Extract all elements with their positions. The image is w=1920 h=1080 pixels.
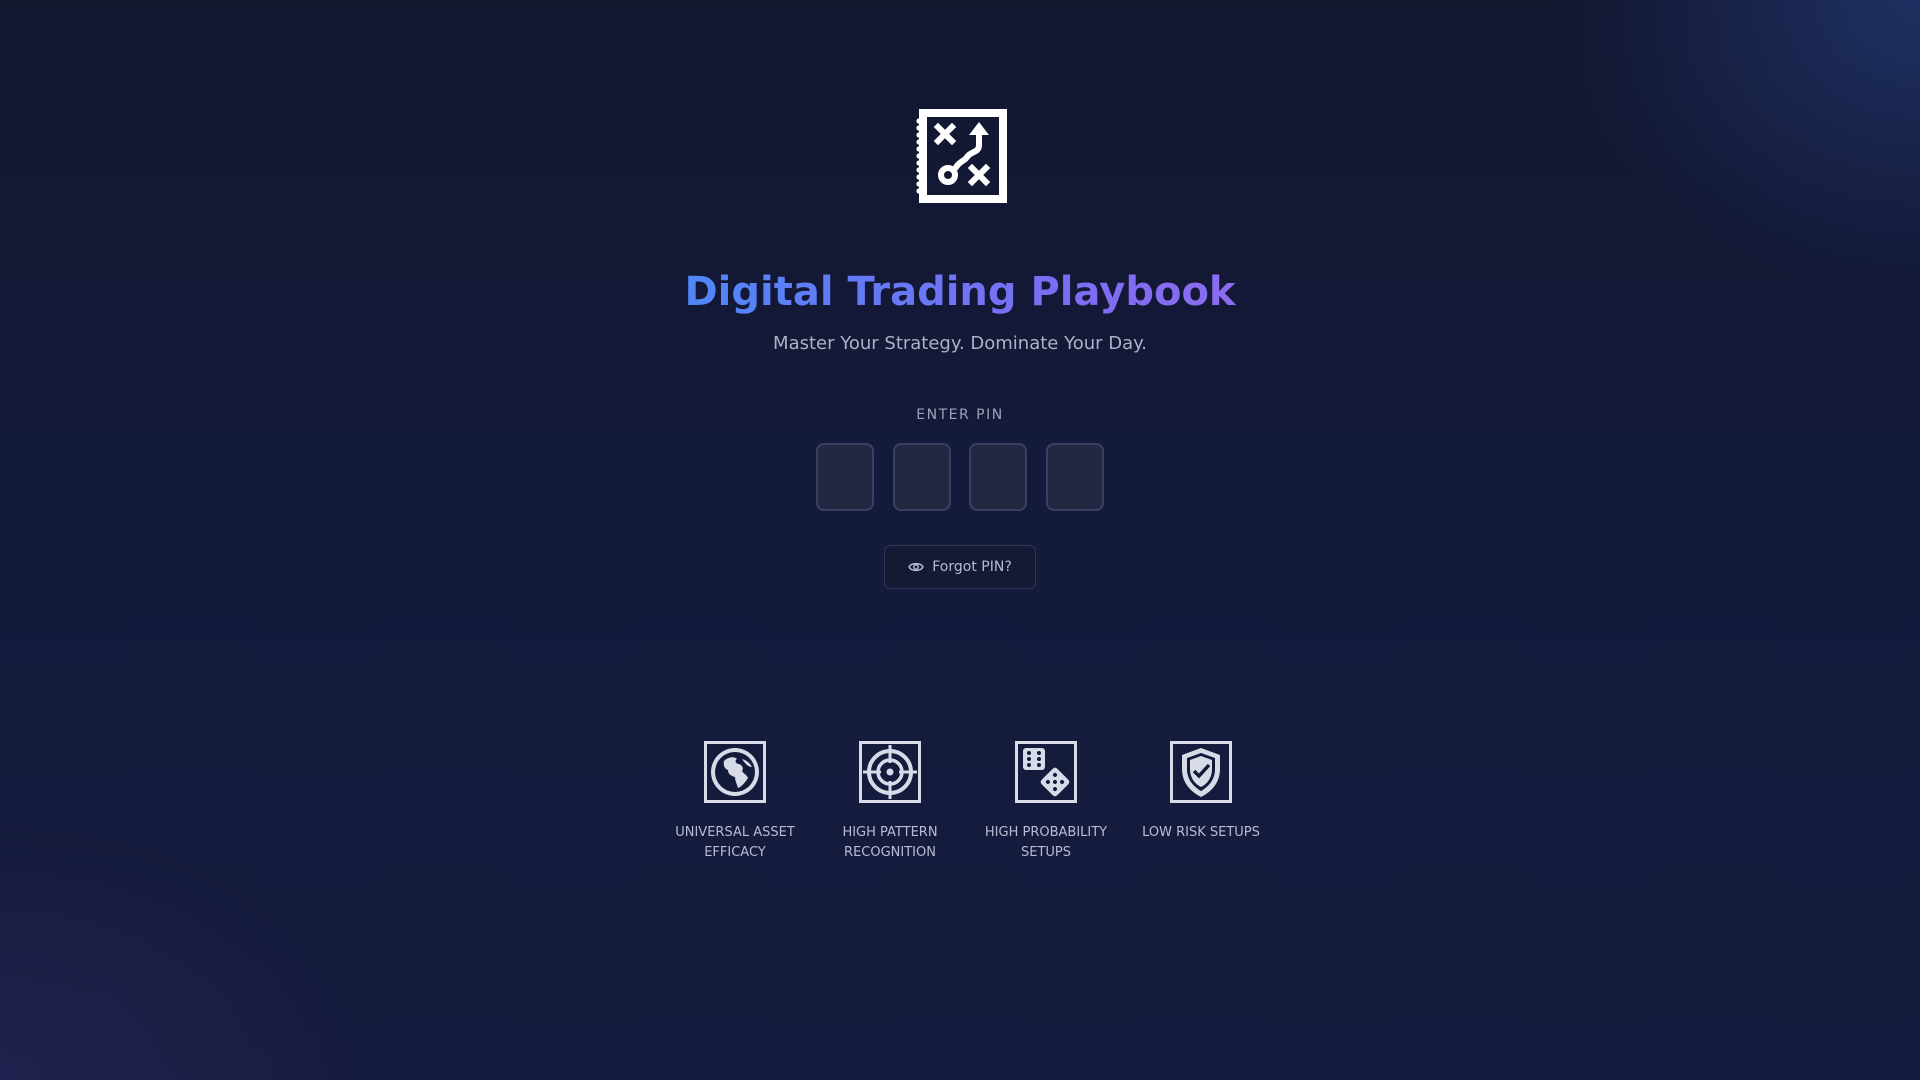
eye-icon <box>908 561 925 573</box>
globe-icon <box>704 741 766 803</box>
pin-input-group <box>816 443 1104 513</box>
feature-item-low-risk: LOW RISK SETUPS <box>1126 741 1276 843</box>
playbook-strategy-icon <box>915 109 1007 203</box>
feature-item-high-probability: HIGH PROBABILITY SETUPS <box>971 741 1121 863</box>
feature-label: HIGH PATTERN RECOGNITION <box>842 825 938 860</box>
dice-icon <box>1015 741 1077 803</box>
pin-digit-3[interactable] <box>969 443 1028 511</box>
feature-list: UNIVERSAL ASSET EFFICACY HIGH PATTERN RE… <box>660 741 1260 881</box>
login-page: Digital Trading Playbook Master Your Str… <box>0 0 1920 1080</box>
feature-label: LOW RISK SETUPS <box>1142 825 1260 840</box>
feature-label: HIGH PROBABILITY SETUPS <box>984 825 1108 860</box>
forgot-pin-button[interactable]: Forgot PIN? <box>884 545 1036 589</box>
shield-check-icon <box>1170 741 1232 803</box>
forgot-pin-label: Forgot PIN? <box>932 559 1012 575</box>
pin-label: ENTER PIN <box>916 407 1004 423</box>
feature-label: UNIVERSAL ASSET EFFICACY <box>675 825 795 860</box>
pin-digit-2[interactable] <box>892 443 951 511</box>
pin-digit-1[interactable] <box>816 443 874 511</box>
crosshair-icon <box>859 741 921 803</box>
page-title: Digital Trading Playbook <box>0 264 1920 320</box>
app-title-text: Digital Trading Playbook <box>684 269 1236 315</box>
page-subtitle: Master Your Strategy. Dominate Your Day. <box>773 333 1147 354</box>
pin-digit-4[interactable] <box>1045 443 1104 511</box>
feature-item-universal-asset: UNIVERSAL ASSET EFFICACY <box>660 741 810 863</box>
feature-item-pattern-recognition: HIGH PATTERN RECOGNITION <box>815 741 965 863</box>
